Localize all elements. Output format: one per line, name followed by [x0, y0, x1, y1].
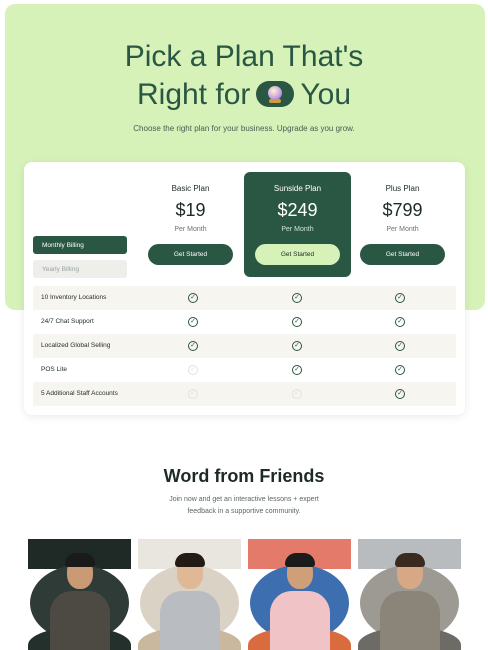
check-circle-icon: ✓ [395, 365, 405, 375]
feature-row: 24/7 Chat Support ✓ ✓ ✓ [33, 310, 456, 334]
plan-price: $249 [277, 200, 318, 220]
check-circle-icon: ✓ [292, 365, 302, 375]
check-circle-icon: ✓ [395, 389, 405, 399]
hero-subtitle: Choose the right plan for your business.… [133, 124, 355, 133]
check-circle-icon: ✓ [395, 341, 405, 351]
feature-label: POS Lite [41, 366, 68, 373]
testimonial-photo [248, 539, 351, 650]
testimonial-photo [358, 539, 461, 650]
check-circle-icon: ✓ [188, 293, 198, 303]
plan-period: Per Month [174, 226, 207, 233]
hero-title-line-2-end: You [300, 78, 351, 111]
feature-label: 10 Inventory Locations [41, 294, 107, 301]
get-started-plus-button[interactable]: Get Started [360, 244, 445, 265]
check-circle-icon: ✓ [188, 317, 198, 327]
crystal-ball-icon [256, 81, 295, 108]
plan-period: Per Month [281, 226, 314, 233]
yearly-billing-toggle[interactable]: Yearly Billing [33, 260, 127, 278]
plan-name: Plus Plan [385, 184, 420, 193]
hero-title: Pick a Plan That's Right for You [0, 38, 488, 114]
feature-label: Localized Global Selling [41, 342, 111, 349]
check-circle-icon: ✓ [292, 293, 302, 303]
feature-row: Localized Global Selling ✓ ✓ ✓ [33, 334, 456, 358]
check-circle-icon: ✓ [292, 317, 302, 327]
unavailable-check-icon: ✓ [188, 389, 198, 399]
check-circle-icon: ✓ [395, 317, 405, 327]
check-circle-icon: ✓ [395, 293, 405, 303]
hero-title-line-1: Pick a Plan That's [124, 40, 364, 73]
plan-name: Sunside Plan [273, 184, 322, 193]
hero-title-line-2: Right for You [0, 76, 488, 114]
plan-period: Per Month [386, 226, 419, 233]
testimonials-title: Word from Friends [163, 466, 325, 486]
plan-price: $19 [175, 200, 206, 220]
plan-name: Basic Plan [171, 184, 210, 193]
plan-price: $799 [382, 200, 423, 220]
feature-row: 10 Inventory Locations ✓ ✓ ✓ [33, 286, 456, 310]
feature-label: 24/7 Chat Support [41, 318, 94, 325]
feature-label: 5 Additional Staff Accounts [41, 390, 118, 397]
testimonial-photo [138, 539, 241, 650]
unavailable-check-icon: ✓ [292, 389, 302, 399]
feature-row: 5 Additional Staff Accounts ✓ ✓ ✓ [33, 382, 456, 406]
unavailable-check-icon: ✓ [188, 365, 198, 375]
check-circle-icon: ✓ [292, 341, 302, 351]
check-circle-icon: ✓ [188, 341, 198, 351]
feature-row: POS Lite ✓ ✓ ✓ [33, 358, 456, 382]
testimonials-subtitle: Join now and get an interactive lessons … [169, 496, 319, 515]
get-started-sunside-button[interactable]: Get Started [255, 244, 340, 265]
monthly-billing-toggle[interactable]: Monthly Billing [33, 236, 127, 254]
get-started-basic-button[interactable]: Get Started [148, 244, 233, 265]
hero-title-line-2-start: Right for [136, 78, 251, 111]
testimonial-photo [28, 539, 131, 650]
